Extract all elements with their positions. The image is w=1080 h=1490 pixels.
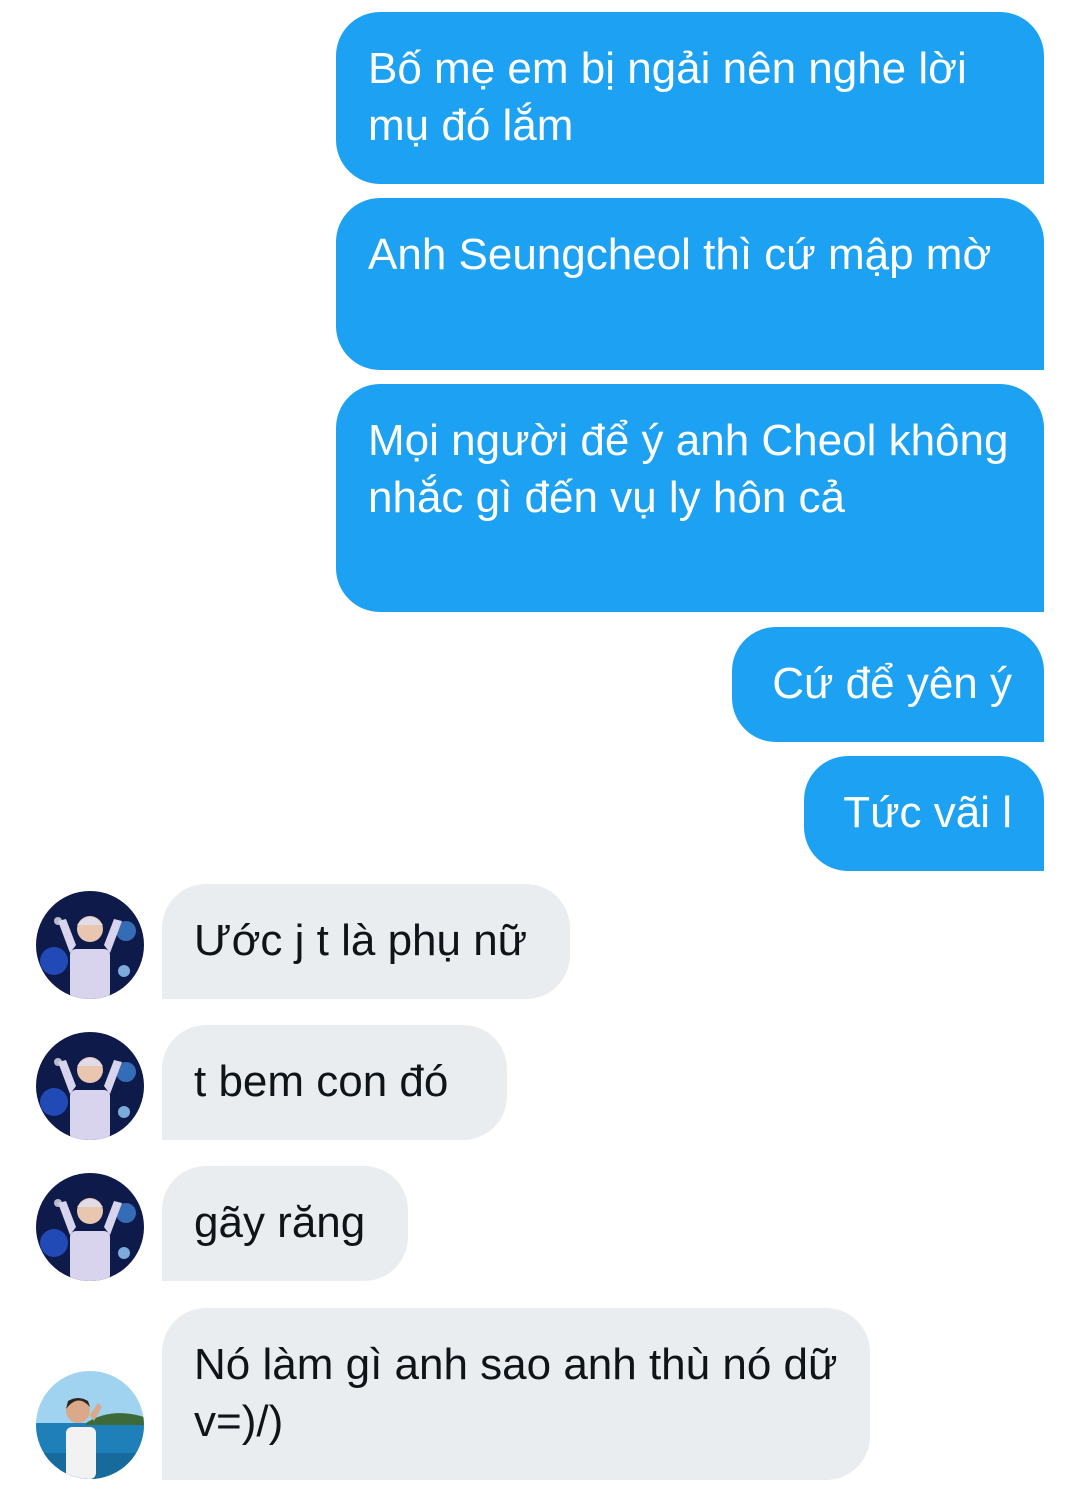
message-text: Bố mẹ em bị ngải nên nghe lời mụ đó lắm xyxy=(368,44,967,150)
message-text: Tức vãi l xyxy=(843,788,1012,837)
received-message-bubble[interactable]: Ước j t là phụ nữ xyxy=(162,884,570,999)
sent-message-bubble[interactable]: Anh Seungcheol thì cứ mập mờ xyxy=(336,198,1044,370)
message-text: gãy răng xyxy=(194,1198,366,1247)
message-text: Ước j t là phụ nữ xyxy=(194,916,528,965)
beach-person-avatar[interactable] xyxy=(36,1371,144,1479)
sent-message-bubble[interactable]: Mọi người để ý anh Cheol không nhắc gì đ… xyxy=(336,384,1044,612)
chat-thread: Bố mẹ em bị ngải nên nghe lời mụ đó lắm … xyxy=(0,0,1080,1490)
received-message-bubble[interactable]: gãy răng xyxy=(162,1166,408,1281)
message-text: t bem con đó xyxy=(194,1057,449,1106)
concert-person-avatar[interactable] xyxy=(36,1032,144,1140)
sent-message-bubble[interactable]: Bố mẹ em bị ngải nên nghe lời mụ đó lắm xyxy=(336,12,1044,184)
message-text: Mọi người để ý anh Cheol không nhắc gì đ… xyxy=(368,416,1009,522)
received-message-bubble[interactable]: t bem con đó xyxy=(162,1025,507,1140)
concert-person-avatar[interactable] xyxy=(36,1173,144,1281)
message-text: Cứ để yên ý xyxy=(772,659,1012,708)
received-message-bubble[interactable]: Nó làm gì anh sao anh thù nó dữ v=)/) xyxy=(162,1308,870,1480)
sent-message-bubble[interactable]: Cứ để yên ý xyxy=(732,627,1044,742)
message-text: Nó làm gì anh sao anh thù nó dữ v=)/) xyxy=(194,1340,838,1446)
message-text: Anh Seungcheol thì cứ mập mờ xyxy=(368,230,992,279)
sent-message-bubble[interactable]: Tức vãi l xyxy=(804,756,1044,871)
concert-person-avatar[interactable] xyxy=(36,891,144,999)
